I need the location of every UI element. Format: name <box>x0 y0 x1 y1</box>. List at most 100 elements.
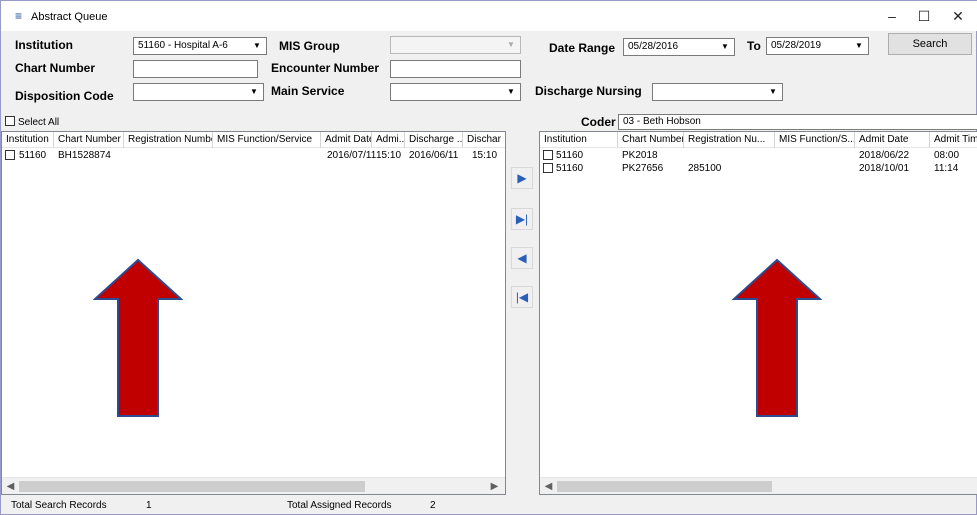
main-service-label: Main Service <box>271 84 345 98</box>
date-to-value: 05/28/2019 <box>771 40 822 51</box>
scroll-right-icon[interactable]: ▶ <box>486 478 503 494</box>
cell-admit-date: 2018/10/01 <box>859 163 910 174</box>
move-all-right-button[interactable]: ▶| <box>511 208 533 230</box>
date-to-picker[interactable]: 05/28/2019 ▼ <box>766 37 869 55</box>
scroll-thumb[interactable] <box>19 481 365 492</box>
chart-number-input[interactable] <box>133 60 258 78</box>
annotation-arrow-up-icon <box>732 258 822 417</box>
arrow-shape <box>732 258 822 417</box>
total-search-value: 1 <box>146 500 152 511</box>
discharge-nursing-select[interactable]: ▼ <box>652 83 783 101</box>
maximize-button[interactable]: ☐ <box>909 5 939 27</box>
title-bar: ≡ Abstract Queue – ☐ ✕ <box>1 1 977 31</box>
cell-admit-time: 11:14 <box>934 163 959 174</box>
abstract-queue-window: ≡ Abstract Queue – ☐ ✕ Institution 51160… <box>0 0 977 515</box>
cell-registration-number: 285100 <box>688 163 722 174</box>
column-header[interactable]: Institution <box>540 132 618 148</box>
column-header[interactable]: Discharge ... <box>405 132 463 148</box>
chevron-down-icon[interactable]: ▼ <box>766 85 780 99</box>
total-assigned-label: Total Assigned Records <box>287 500 392 511</box>
chevron-down-icon[interactable]: ▼ <box>250 39 264 53</box>
scroll-thumb[interactable] <box>557 481 772 492</box>
cell-institution: 51160 <box>556 150 584 161</box>
row-checkbox[interactable] <box>5 150 18 162</box>
date-range-label: Date Range <box>549 41 616 55</box>
to-label: To <box>747 39 761 53</box>
row-checkbox[interactable] <box>543 163 556 175</box>
select-all-label: Select All <box>18 117 60 128</box>
chevron-down-icon[interactable]: ▼ <box>504 38 518 52</box>
chevron-down-icon[interactable]: ▼ <box>718 40 732 54</box>
search-results-list[interactable]: Institution Chart Number Registration Nu… <box>1 131 506 495</box>
cell-discharge-time: 15:10 <box>472 150 498 161</box>
mis-group-select[interactable]: ▼ <box>390 36 521 54</box>
column-header[interactable]: Chart Number <box>54 132 124 148</box>
cell-discharge-date: 2016/06/11 <box>409 150 459 161</box>
annotation-arrow-up-icon <box>93 258 183 417</box>
column-header[interactable]: Dischar <box>463 132 505 148</box>
column-header[interactable]: Registration Nu... <box>684 132 775 148</box>
right-horizontal-scrollbar[interactable]: ◀ <box>540 477 977 494</box>
cell-chart-number: BH1528874 <box>58 150 111 161</box>
column-header[interactable]: Chart Number <box>618 132 684 148</box>
minimize-button[interactable]: – <box>877 5 907 27</box>
column-header[interactable]: Admi... <box>372 132 405 148</box>
institution-select[interactable]: 51160 - Hospital A-6 ▼ <box>133 37 267 55</box>
scroll-left-icon[interactable]: ◀ <box>2 478 19 494</box>
coder-select[interactable]: 03 - Beth Hobson <box>618 114 977 130</box>
move-left-button[interactable]: ◀ <box>511 247 533 269</box>
move-all-left-button[interactable]: |◀ <box>511 286 533 308</box>
chevron-down-icon[interactable]: ▼ <box>504 85 518 99</box>
checkbox-icon[interactable] <box>543 150 553 160</box>
cell-institution: 51160 <box>19 150 47 161</box>
chart-number-label: Chart Number <box>15 61 96 75</box>
date-from-value: 05/28/2016 <box>628 41 679 52</box>
menu-icon[interactable]: ≡ <box>15 9 22 23</box>
coder-value: 03 - Beth Hobson <box>623 116 701 127</box>
checkbox-icon[interactable] <box>5 150 15 160</box>
table-row[interactable]: 51160 PK2018 2018/06/22 08:00 <box>540 150 977 163</box>
encounter-number-label: Encounter Number <box>271 61 380 75</box>
cell-admit-date: 2018/06/22 <box>859 150 910 161</box>
discharge-nursing-label: Discharge Nursing <box>535 84 642 98</box>
column-header[interactable]: Admit Date <box>855 132 930 148</box>
cell-admit-time: 15:10 <box>376 150 402 161</box>
column-header[interactable]: Institution <box>2 132 54 148</box>
main-service-select[interactable]: ▼ <box>390 83 521 101</box>
row-checkbox[interactable] <box>543 150 556 162</box>
column-header[interactable]: MIS Function/Service <box>213 132 321 148</box>
column-header[interactable]: MIS Function/S... <box>775 132 855 148</box>
cell-chart-number: PK2018 <box>622 150 658 161</box>
column-header[interactable]: Registration Number <box>124 132 213 148</box>
total-assigned-value: 2 <box>430 500 436 511</box>
disposition-code-select[interactable]: ▼ <box>133 83 264 101</box>
move-right-button[interactable]: ▶ <box>511 167 533 189</box>
cell-institution: 51160 <box>556 163 584 174</box>
select-all-checkbox[interactable]: Select All <box>5 116 59 128</box>
encounter-number-input[interactable] <box>390 60 521 78</box>
institution-value: 51160 - Hospital A-6 <box>138 40 228 51</box>
cell-chart-number: PK27656 <box>622 163 664 174</box>
chevron-down-icon[interactable]: ▼ <box>247 85 261 99</box>
chevron-down-icon[interactable]: ▼ <box>852 39 866 53</box>
assigned-records-list[interactable]: Institution Chart Number Registration Nu… <box>539 131 977 495</box>
date-from-picker[interactable]: 05/28/2016 ▼ <box>623 38 735 56</box>
column-header[interactable]: Admit Time <box>930 132 977 148</box>
column-header[interactable]: Admit Date <box>321 132 372 148</box>
search-button[interactable]: Search <box>888 33 972 55</box>
window-title: Abstract Queue <box>31 11 108 23</box>
left-horizontal-scrollbar[interactable]: ◀ ▶ <box>2 477 505 494</box>
checkbox-icon[interactable] <box>543 163 553 173</box>
cell-admit-time: 08:00 <box>934 150 960 161</box>
close-button[interactable]: ✕ <box>943 5 973 27</box>
institution-label: Institution <box>15 38 73 52</box>
coder-label: Coder <box>581 115 616 129</box>
arrow-shape <box>93 258 183 417</box>
table-row[interactable]: 51160 PK27656 285100 2018/10/01 11:14 <box>540 163 977 176</box>
cell-admit-date: 2016/07/11 <box>327 150 377 161</box>
table-row[interactable]: 51160 BH1528874 2016/07/11 15:10 2016/06… <box>2 150 505 163</box>
total-search-label: Total Search Records <box>11 500 107 511</box>
mis-group-label: MIS Group <box>279 39 340 53</box>
scroll-left-icon[interactable]: ◀ <box>540 478 557 494</box>
checkbox-icon[interactable] <box>5 116 15 126</box>
